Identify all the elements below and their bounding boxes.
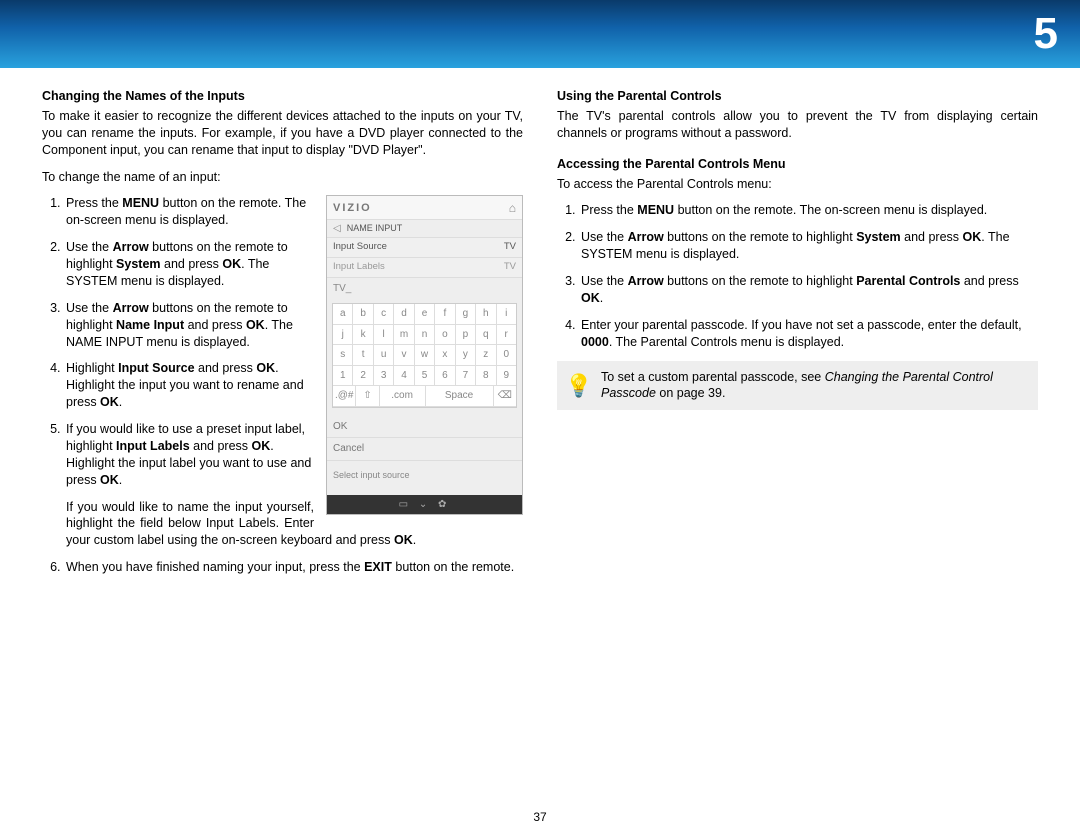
osd-key: v <box>394 345 414 366</box>
osd-key: ⌫ <box>494 386 516 407</box>
osd-key: 4 <box>394 366 414 387</box>
chapter-banner: 5 <box>0 0 1080 68</box>
osd-key: r <box>497 325 516 346</box>
osd-key: q <box>476 325 496 346</box>
osd-key: c <box>374 304 394 325</box>
osd-key: 9 <box>497 366 516 387</box>
osd-key: 3 <box>374 366 394 387</box>
section-title-inputs: Changing the Names of the Inputs <box>42 88 523 105</box>
osd-header: VIZIO ⌂ <box>327 196 522 218</box>
osd-key: j <box>333 325 353 346</box>
osd-subtitle: NAME INPUT <box>347 222 403 234</box>
osd-action: OK <box>327 416 522 439</box>
osd-key: u <box>374 345 394 366</box>
page-number: 37 <box>0 810 1080 824</box>
osd-footer-icons: ▭ ⌄ ✿ <box>327 495 522 515</box>
chapter-number: 5 <box>1034 9 1058 59</box>
osd-key: w <box>415 345 435 366</box>
osd-key: f <box>435 304 455 325</box>
osd-key: z <box>476 345 496 366</box>
page-body: Changing the Names of the Inputs To make… <box>0 68 1080 586</box>
step-item: Press the MENU button on the remote. The… <box>579 202 1038 219</box>
osd-key: e <box>415 304 435 325</box>
osd-key: d <box>394 304 414 325</box>
step-item: Enter your parental passcode. If you hav… <box>579 317 1038 351</box>
parental-intro: The TV's parental controls allow you to … <box>557 108 1038 142</box>
section-title-accessing: Accessing the Parental Controls Menu <box>557 156 1038 173</box>
osd-key: 8 <box>476 366 496 387</box>
right-column: Using the Parental Controls The TV's par… <box>557 88 1038 586</box>
osd-key: n <box>415 325 435 346</box>
osd-key: t <box>353 345 373 366</box>
osd-key: Space <box>426 386 494 407</box>
osd-key: k <box>353 325 373 346</box>
osd-brand: VIZIO <box>333 201 372 216</box>
back-icon: ◁ <box>333 222 341 236</box>
osd-action: Cancel <box>327 438 522 461</box>
osd-key: ⇧ <box>356 386 379 407</box>
osd-row: Input LabelsTV <box>327 258 522 278</box>
steps-with-figure: VIZIO ⌂ ◁ NAME INPUT Input SourceTVInput… <box>42 195 523 586</box>
osd-actions: OKCancel <box>327 416 522 461</box>
osd-key: g <box>456 304 476 325</box>
step-item: Use the Arrow buttons on the remote to h… <box>579 273 1038 307</box>
osd-name-input-figure: VIZIO ⌂ ◁ NAME INPUT Input SourceTVInput… <box>326 195 523 515</box>
osd-keyboard: abcdefghi jklmnopqr stuvwxyz0 123456789 .@#⇧… <box>332 303 517 408</box>
osd-key: b <box>353 304 373 325</box>
osd-key: h <box>476 304 496 325</box>
osd-key: l <box>374 325 394 346</box>
osd-row: Input SourceTV <box>327 238 522 258</box>
osd-key: m <box>394 325 414 346</box>
osd-key: a <box>333 304 353 325</box>
osd-key: i <box>497 304 516 325</box>
osd-hint: Select input source <box>327 461 522 495</box>
osd-key: 6 <box>435 366 455 387</box>
osd-key: y <box>456 345 476 366</box>
intro-paragraph: To make it easier to recognize the diffe… <box>42 108 523 159</box>
step-item: When you have finished naming your input… <box>64 559 523 576</box>
osd-key: p <box>456 325 476 346</box>
osd-key: s <box>333 345 353 366</box>
osd-key: o <box>435 325 455 346</box>
osd-key: 7 <box>456 366 476 387</box>
osd-key: .@# <box>333 386 356 407</box>
lightbulb-icon: 💡 <box>567 369 591 403</box>
osd-key: 0 <box>497 345 516 366</box>
parental-lead: To access the Parental Controls menu: <box>557 176 1038 193</box>
tip-text: To set a custom parental passcode, see C… <box>601 369 1028 403</box>
osd-key: 2 <box>353 366 373 387</box>
step-item: Use the Arrow buttons on the remote to h… <box>579 229 1038 263</box>
osd-text-field: TV_ <box>327 278 522 304</box>
osd-key: 5 <box>415 366 435 387</box>
osd-subtitle-row: ◁ NAME INPUT <box>327 219 522 239</box>
section-title-parental: Using the Parental Controls <box>557 88 1038 105</box>
osd-key: .com <box>380 386 426 407</box>
tip-box: 💡 To set a custom parental passcode, see… <box>557 361 1038 411</box>
osd-key: 1 <box>333 366 353 387</box>
left-column: Changing the Names of the Inputs To make… <box>42 88 523 586</box>
osd-key: x <box>435 345 455 366</box>
home-icon: ⌂ <box>509 200 516 216</box>
lead-line: To change the name of an input: <box>42 169 523 186</box>
right-steps-list: Press the MENU button on the remote. The… <box>557 202 1038 350</box>
